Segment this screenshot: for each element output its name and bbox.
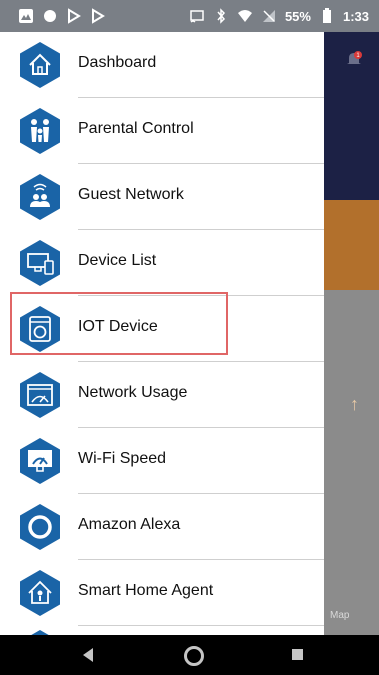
wifi-icon — [237, 8, 253, 24]
bluetooth-icon — [213, 8, 229, 24]
drawer-item-label: Amazon Alexa — [78, 516, 181, 533]
drawer-item-wifi-speed[interactable]: Wi-Fi Speed — [0, 428, 324, 494]
drawer-item-smart-home-agent[interactable]: Smart Home Agent — [0, 560, 324, 626]
notification-bell-icon[interactable]: 1 — [345, 50, 363, 68]
wifi-speed-icon — [20, 438, 60, 484]
clock: 1:33 — [342, 8, 369, 24]
drawer-item-label: Dashboard — [78, 54, 157, 71]
circle-icon — [42, 8, 58, 24]
drawer-item-parental-control[interactable]: Parental Control — [0, 98, 324, 164]
guest-network-icon — [20, 174, 60, 220]
alexa-icon — [20, 504, 60, 550]
divider — [78, 625, 324, 626]
highlight-box — [10, 292, 228, 355]
mountain-icon — [18, 8, 34, 24]
drawer-item-label: Network Usage — [78, 384, 188, 401]
battery-icon — [319, 8, 335, 24]
family-icon — [20, 108, 60, 154]
drawer-item-label: Device List — [78, 252, 157, 269]
upload-arrow-icon: ↑ — [350, 394, 359, 414]
network-usage-icon — [20, 372, 60, 418]
drawer-item-guest-network[interactable]: Guest Network — [0, 164, 324, 230]
house-icon — [20, 42, 60, 88]
app-bottom-bar — [324, 580, 379, 635]
background-app: 1 ↑ Map — [324, 32, 379, 635]
status-left-icons — [18, 8, 106, 24]
devices-icon — [20, 240, 60, 286]
recent-apps-icon[interactable] — [292, 649, 303, 660]
signal-icon — [261, 8, 277, 24]
app-header: 1 — [324, 32, 379, 200]
drawer-item-label: Smart Home Agent — [78, 582, 214, 599]
app-accent-band: ↑ — [324, 200, 379, 414]
drawer-item-amazon-alexa[interactable]: Amazon Alexa — [0, 494, 324, 560]
cast-icon — [189, 8, 205, 24]
smart-home-agent-icon — [20, 570, 60, 616]
drawer-item-label: Parental Control — [78, 120, 194, 137]
drawer-item-label: Wi-Fi Speed — [78, 450, 167, 467]
home-icon[interactable] — [184, 646, 204, 666]
drawer-item-device-list[interactable]: Device List — [0, 230, 324, 296]
drawer-item-label: Guest Network — [78, 186, 184, 203]
battery-percent: 55% — [284, 8, 311, 24]
status-right-icons: 55% 1:33 — [189, 8, 369, 24]
drawer-item-dashboard[interactable]: Dashboard — [0, 32, 324, 98]
drawer-item-network-usage[interactable]: Network Usage — [0, 362, 324, 428]
status-bar: 55% 1:33 — [0, 0, 379, 32]
play-store-icon — [90, 8, 106, 24]
play-store-icon — [66, 8, 82, 24]
map-tab-label[interactable]: Map — [330, 610, 349, 621]
back-icon[interactable] — [83, 648, 93, 662]
